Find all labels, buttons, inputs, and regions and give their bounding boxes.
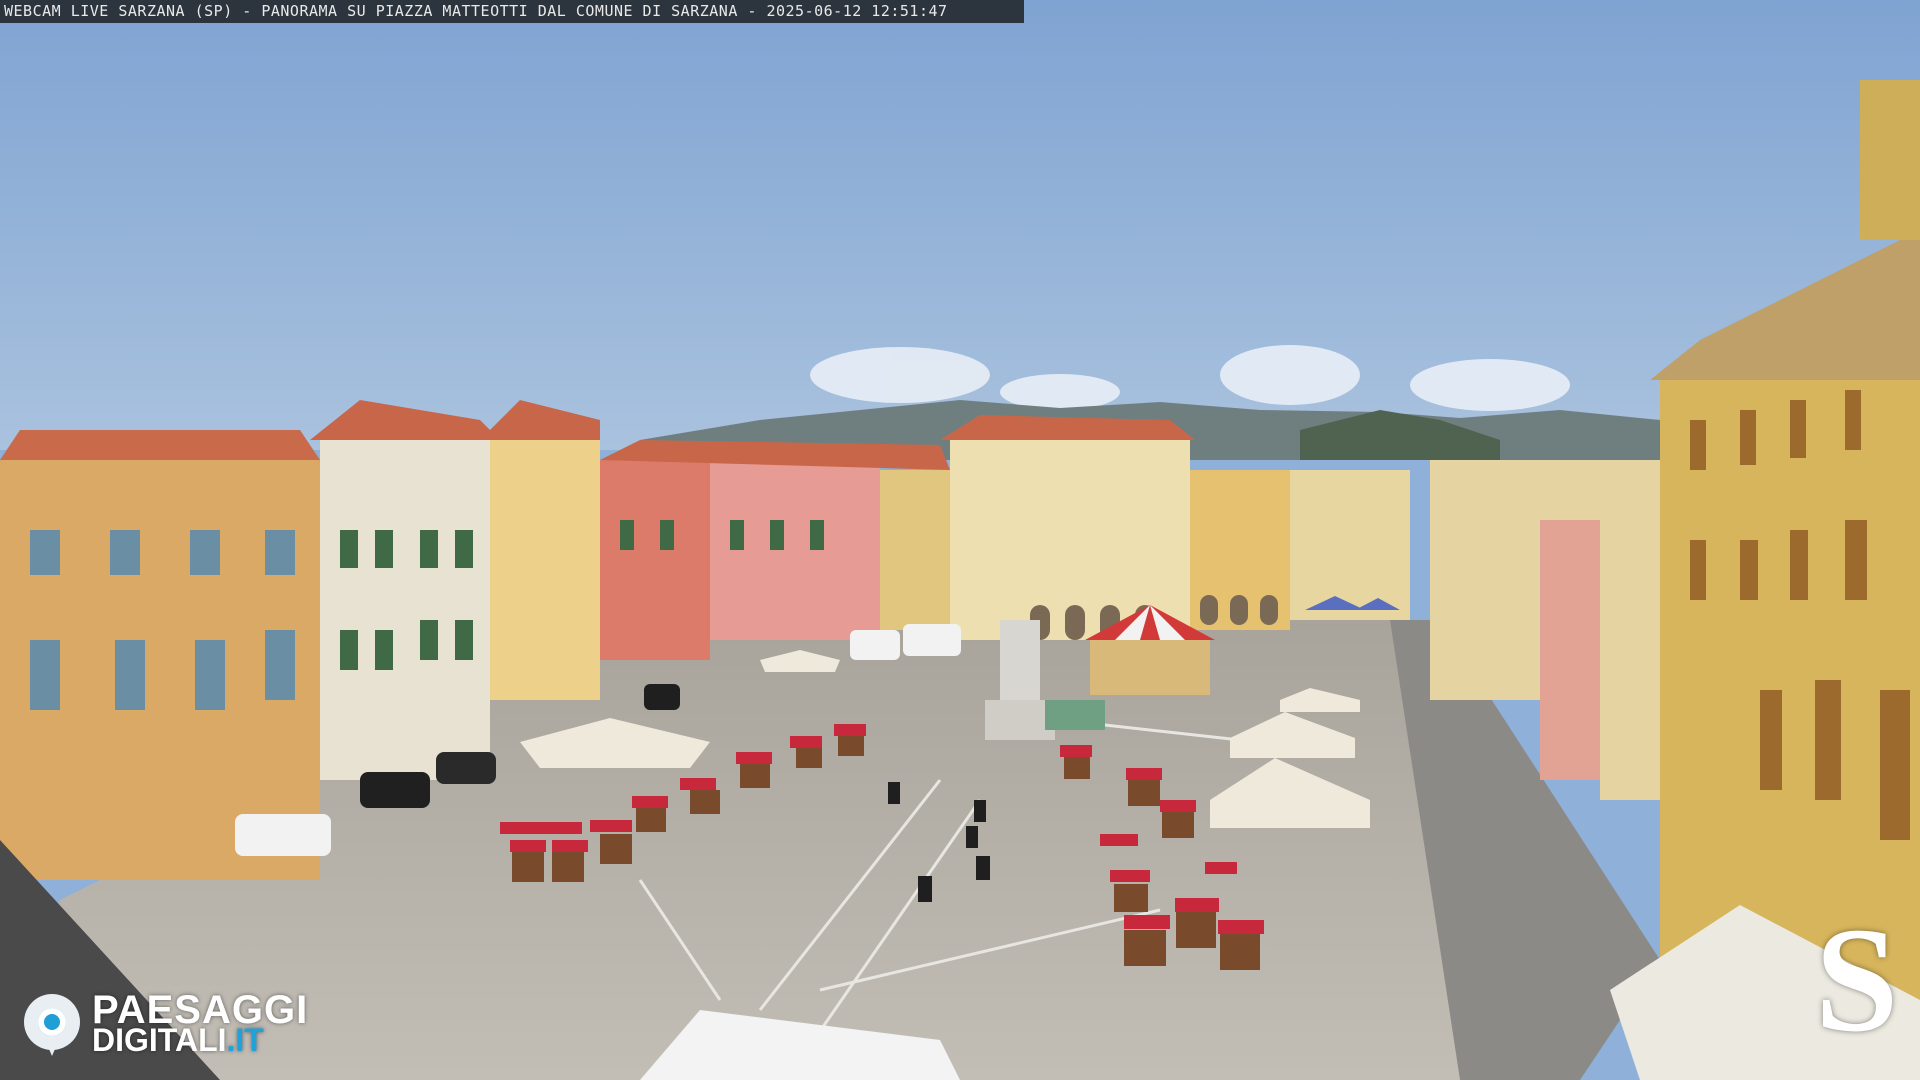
corner-s-logo: S <box>1815 897 1899 1063</box>
camera-lens-pin-icon <box>24 994 80 1056</box>
webcam-caption: WEBCAM LIVE SARZANA (SP) - PANORAMA SU P… <box>4 2 948 20</box>
logo-domain-suffix: .IT <box>226 1022 264 1058</box>
logo-line2-text: DIGITALI <box>92 1022 227 1058</box>
webcam-scene <box>0 0 1920 1080</box>
logo-line2: DIGITALI.IT <box>92 1022 264 1059</box>
caption-bar: WEBCAM LIVE SARZANA (SP) - PANORAMA SU P… <box>0 0 1024 23</box>
paesaggi-digitali-logo: PAESAGGI DIGITALI.IT <box>24 988 334 1058</box>
